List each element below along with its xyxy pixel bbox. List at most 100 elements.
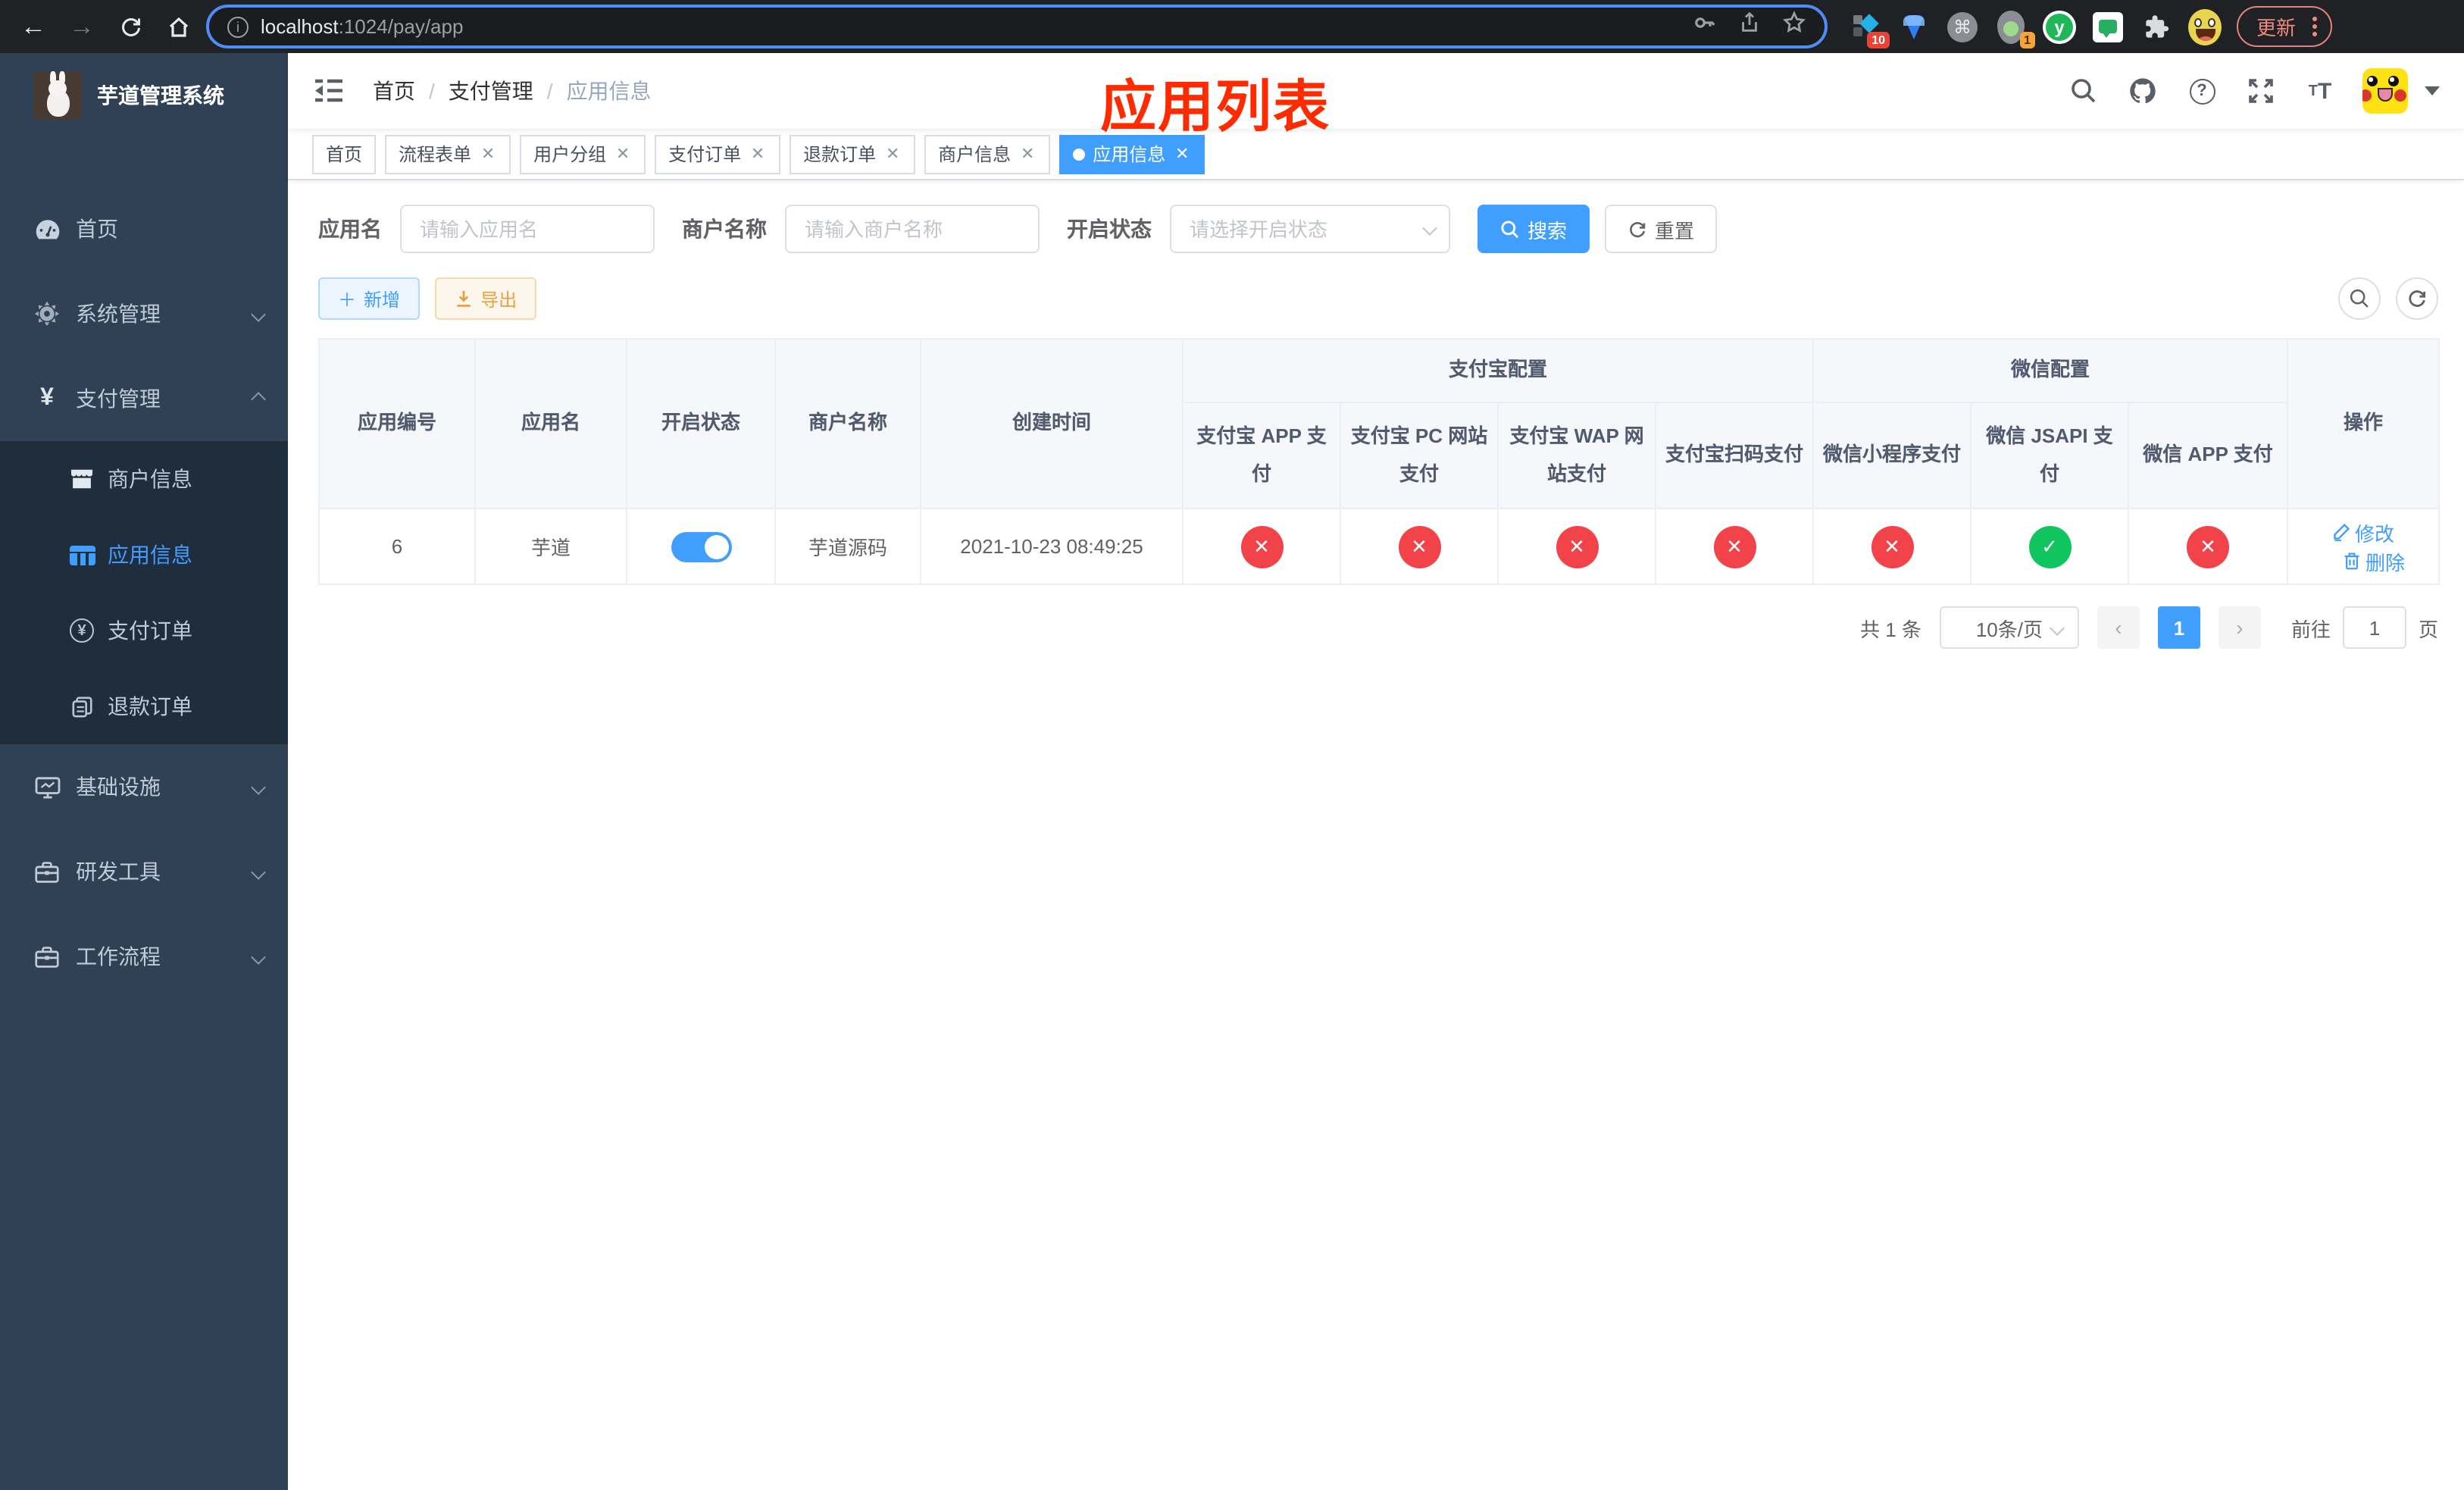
bookmark-star-icon[interactable] [1782, 11, 1806, 42]
breadcrumb: 首页 / 支付管理 / 应用信息 [373, 76, 652, 106]
close-icon[interactable]: ✕ [883, 144, 902, 164]
table-row: 6 芋道 芋道源码 2021-10-23 08:49:25 ✕ ✕ ✕ ✕ ✕ … [318, 508, 2441, 585]
share-icon[interactable] [1738, 11, 1761, 42]
address-bar[interactable]: i localhost:1024/pay/app [206, 5, 1828, 49]
app-name-input[interactable] [400, 205, 655, 253]
sidebar-item-app-info[interactable]: 应用信息 [0, 517, 288, 593]
toggle-search-button[interactable] [2338, 277, 2381, 320]
sidebar-logo[interactable]: 芋道管理系统 [0, 53, 288, 138]
next-page-button[interactable]: › [2218, 606, 2261, 649]
chevron-down-icon [251, 306, 266, 321]
site-info-icon[interactable]: i [227, 16, 249, 37]
gear-icon [33, 302, 61, 326]
sidebar-item-system[interactable]: 系统管理 [0, 271, 288, 356]
sidebar-item-refund-order[interactable]: 退款订单 [0, 668, 288, 744]
col-created: 创建时间 [920, 338, 1184, 509]
chevron-down-icon [251, 949, 266, 964]
github-icon[interactable] [2126, 74, 2159, 108]
sidebar-item-home[interactable]: 首页 [0, 186, 288, 271]
close-icon[interactable]: ✕ [1018, 144, 1037, 164]
profile-avatar[interactable] [2188, 8, 2222, 45]
tab-refund-order[interactable]: 退款订单 ✕ [790, 134, 916, 174]
close-icon[interactable]: ✕ [1173, 144, 1191, 164]
prev-page-button[interactable]: ‹ [2097, 606, 2140, 649]
back-icon[interactable]: ← [12, 5, 55, 48]
page-annotation: 应用列表 [1100, 76, 1330, 138]
page-size-select[interactable]: 10条/页 [1939, 606, 2079, 649]
col-merchant: 商户名称 [774, 338, 921, 509]
wx-jsapi-status-icon [2028, 525, 2072, 568]
fullscreen-icon[interactable] [2244, 74, 2278, 108]
col-alipay-app: 支付宝 APP 支付 [1182, 402, 1341, 509]
close-icon[interactable]: ✕ [479, 144, 497, 164]
refresh-button[interactable] [2396, 277, 2438, 320]
alipay-pc-status-icon [1398, 525, 1440, 568]
tab-process-form[interactable]: 流程表单 ✕ [385, 134, 511, 174]
export-button[interactable]: 导出 [435, 277, 537, 320]
sidebar-item-infra[interactable]: 基础设施 [0, 744, 288, 829]
alipay-wap-status-icon [1556, 525, 1598, 568]
browser-menu-icon[interactable] [2308, 17, 2322, 36]
chrome-update-button[interactable]: 更新 [2237, 6, 2333, 47]
tab-pay-order[interactable]: 支付订单 ✕ [655, 134, 781, 174]
col-alipay-wap: 支付宝 WAP 网站支付 [1497, 402, 1656, 509]
user-menu-caret-icon[interactable] [2425, 86, 2440, 95]
forward-icon[interactable]: → [61, 5, 103, 48]
yen-circle-icon: ¥ [68, 618, 95, 643]
goto-page-input[interactable] [2342, 606, 2406, 649]
home-icon[interactable] [158, 5, 200, 48]
alipay-qr-status-icon [1713, 525, 1756, 568]
extension-avocado-icon[interactable]: 1 [1994, 10, 2035, 48]
user-avatar[interactable] [2362, 68, 2408, 114]
table-grid-icon [68, 545, 95, 565]
sidebar: 芋道管理系统 首页 系统管理 ¥ 支付管理 商户信息 应用信息 ¥ 支付订单 退… [0, 53, 288, 1490]
sidebar-item-merchant-info[interactable]: 商户信息 [0, 441, 288, 517]
add-button[interactable]: ＋ 新增 [318, 277, 421, 320]
close-icon[interactable]: ✕ [749, 144, 767, 164]
chevron-down-icon [251, 864, 266, 879]
col-alipay-qr: 支付宝扫码支付 [1654, 402, 1815, 509]
extension-badge: 10 [1867, 31, 1890, 48]
merchant-name-input[interactable] [785, 205, 1040, 253]
logo-rabbit-image [33, 71, 82, 120]
col-ops: 操作 [2287, 338, 2441, 509]
reload-icon[interactable] [109, 5, 152, 48]
dashboard-icon [33, 218, 61, 240]
extensions-puzzle-icon[interactable] [2140, 10, 2173, 43]
extension-chat-icon[interactable] [2091, 10, 2125, 43]
help-icon[interactable]: ? [2185, 74, 2219, 108]
storefront-icon [68, 468, 95, 490]
extension-blocks-icon[interactable]: 10 [1849, 10, 1890, 48]
reset-button[interactable]: 重置 [1605, 205, 1718, 253]
sidebar-item-pay-order[interactable]: ¥ 支付订单 [0, 593, 288, 668]
breadcrumb-pay[interactable]: 支付管理 [449, 76, 533, 106]
sidebar-item-workflow[interactable]: 工作流程 [0, 914, 288, 999]
tab-merchant-info[interactable]: 商户信息 ✕ [924, 134, 1051, 174]
group-wechat-config: 微信配置 [1812, 338, 2289, 403]
tab-user-group[interactable]: 用户分组 ✕ [520, 134, 646, 174]
search-button[interactable]: 搜索 [1477, 205, 1590, 253]
extension-y-icon[interactable]: y [2043, 10, 2076, 43]
extension-gem-icon[interactable] [1897, 10, 1931, 43]
close-icon[interactable]: ✕ [614, 144, 632, 164]
password-key-icon[interactable] [1693, 11, 1717, 42]
edit-link[interactable]: 修改 [2332, 518, 2394, 546]
enabled-toggle[interactable] [671, 531, 731, 562]
pay-submenu: 商户信息 应用信息 ¥ 支付订单 退款订单 [0, 441, 288, 744]
tab-home[interactable]: 首页✕ [312, 134, 377, 174]
browser-toolbar: ← → i localhost:1024/pay/app 10 ⌘ 1 y 更新 [0, 0, 2464, 53]
group-alipay-config: 支付宝配置 [1181, 338, 1815, 403]
status-label: 开启状态 [1067, 217, 1152, 241]
search-icon[interactable] [2067, 74, 2100, 108]
app-title: 芋道管理系统 [97, 83, 224, 108]
sidebar-item-devtools[interactable]: 研发工具 [0, 829, 288, 914]
collapse-sidebar-icon[interactable] [312, 74, 346, 108]
delete-link[interactable]: 删除 [2343, 546, 2405, 575]
wx-mini-status-icon [1871, 525, 1914, 568]
breadcrumb-home[interactable]: 首页 [373, 76, 415, 106]
current-page-button[interactable]: 1 [2157, 606, 2200, 649]
status-select[interactable] [1170, 205, 1450, 253]
sidebar-item-pay[interactable]: ¥ 支付管理 [0, 356, 288, 441]
font-size-icon[interactable]: TT [2303, 74, 2337, 108]
extension-command-icon[interactable]: ⌘ [1946, 10, 1979, 43]
